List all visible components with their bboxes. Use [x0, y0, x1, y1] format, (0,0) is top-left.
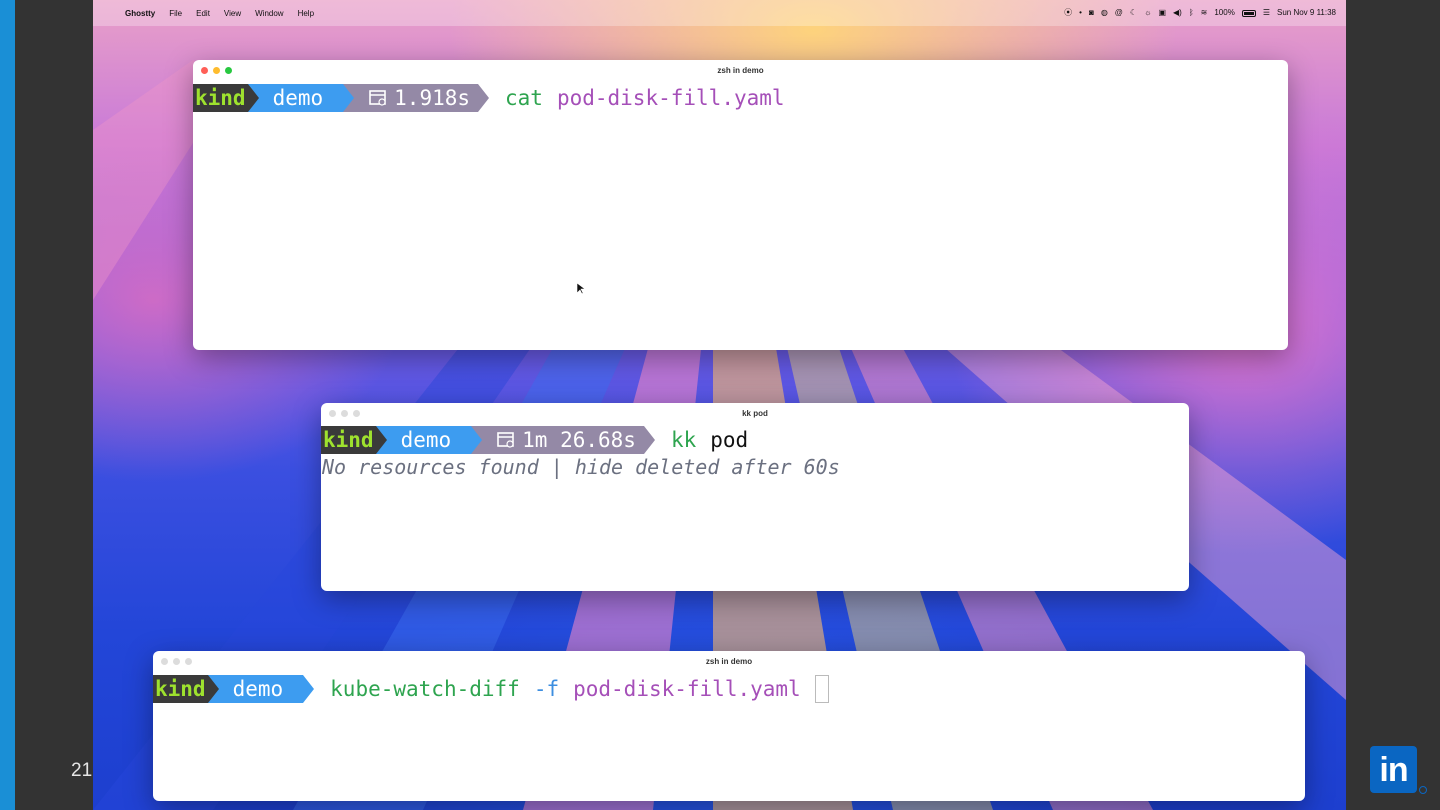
prompt-context: kind [193, 84, 248, 112]
command-output: No resources found | hide deleted after … [322, 455, 840, 479]
linkedin-logo: in [1370, 746, 1417, 793]
prompt-duration: 1m 26.68s [482, 426, 644, 454]
prompt-line: kind demo kube-watch-diff -f pod-disk-fi… [153, 675, 1305, 703]
terminal-window-3[interactable]: zsh in demo kind demo kube-watch-diff -f… [153, 651, 1305, 801]
menu-app-name[interactable]: Ghostty [125, 9, 155, 18]
wifi-icon[interactable]: ≋ [1201, 9, 1208, 17]
registered-mark-icon [1419, 786, 1427, 794]
segment-arrow-icon [207, 675, 219, 703]
camera-icon[interactable]: ◙ [1089, 9, 1094, 17]
prompt-duration: 1.918s [354, 84, 479, 112]
threads-icon[interactable]: @ [1115, 9, 1123, 17]
moon-icon[interactable]: ☾ [1130, 9, 1137, 17]
terminal-timer-icon [497, 432, 514, 448]
docker-icon[interactable]: ▣ [1158, 9, 1166, 17]
prompt-duration-text: 1.918s [394, 86, 471, 110]
prompt-namespace: demo [218, 675, 304, 703]
brightness-icon[interactable]: ☼ [1144, 9, 1151, 17]
segment-arrow-icon [375, 426, 387, 454]
slide-accent-strip [0, 0, 15, 810]
command-name: kube-watch-diff [330, 677, 520, 701]
volume-icon[interactable]: ◀) [1173, 9, 1182, 17]
prompt-namespace: demo [386, 426, 472, 454]
menu-view[interactable]: View [224, 9, 241, 18]
command-args: pod [710, 428, 749, 452]
battery-percent: 100% [1214, 8, 1235, 17]
command-args: pod-disk-fill.yaml [556, 86, 785, 110]
menu-bar: Ghostty File Edit View Window Help ⦿ • ◙… [93, 0, 1346, 26]
prompt-namespace: demo [258, 84, 344, 112]
window-title: zsh in demo [717, 66, 764, 75]
battery-icon[interactable] [1241, 9, 1256, 17]
slide-left-margin: 21 [15, 0, 93, 810]
segment-arrow-icon [343, 84, 355, 112]
menu-file[interactable]: File [169, 9, 182, 18]
status-area: ⦿ • ◙ ◍ @ ☾ ☼ ▣ ◀) ᛒ ≋ 100% ☰ Sun Nov 9 … [1064, 0, 1336, 26]
menu-help[interactable]: Help [298, 9, 314, 18]
command-flag: -f [533, 677, 560, 701]
prompt-context: kind [153, 675, 208, 703]
prompt-duration-text: 1m 26.68s [522, 428, 636, 452]
segment-arrow-icon [643, 426, 655, 454]
slide-number: 21 [71, 760, 93, 781]
window-titlebar[interactable]: zsh in demo [193, 60, 1288, 81]
terminal-timer-icon [369, 90, 386, 106]
desktop-wallpaper: Ghostty File Edit View Window Help ⦿ • ◙… [93, 0, 1346, 810]
window-title: kk pod [742, 409, 768, 418]
control-center-icon[interactable]: ☰ [1263, 9, 1270, 17]
prompt-line: kind demo 1m 26.68s kk pod [321, 426, 1189, 454]
slide-right-margin [1346, 0, 1440, 810]
globe-icon[interactable]: ◍ [1101, 9, 1108, 17]
record-icon[interactable]: ⦿ [1064, 9, 1072, 17]
dot-icon[interactable]: • [1079, 9, 1082, 17]
mouse-pointer-icon [577, 283, 585, 295]
bluetooth-icon[interactable]: ᛒ [1189, 9, 1194, 17]
prompt-line: kind demo 1.918s cat pod-disk-fill.yaml [193, 84, 1288, 112]
command-args: pod-disk-fill.yaml [573, 677, 801, 701]
window-titlebar[interactable]: kk pod [321, 403, 1189, 424]
menu-window[interactable]: Window [255, 9, 283, 18]
window-titlebar[interactable]: zsh in demo [153, 651, 1305, 672]
menu-edit[interactable]: Edit [196, 9, 210, 18]
command-name: kk [670, 428, 697, 452]
segment-arrow-icon [303, 675, 315, 703]
segment-arrow-icon [478, 84, 490, 112]
command-name: cat [505, 86, 543, 110]
text-cursor[interactable] [814, 675, 829, 703]
linkedin-logo-text: in [1379, 751, 1408, 789]
menubar-datetime[interactable]: Sun Nov 9 11:38 [1277, 9, 1336, 17]
prompt-context: kind [321, 426, 376, 454]
apple-menu-icon[interactable] [105, 8, 115, 18]
segment-arrow-icon [471, 426, 483, 454]
window-title: zsh in demo [705, 657, 753, 666]
terminal-window-2[interactable]: kk pod kind demo 1m 26.68s kk pod No res… [321, 403, 1189, 591]
terminal-window-1[interactable]: zsh in demo kind demo 1.918s cat pod-dis… [193, 60, 1288, 350]
segment-arrow-icon [247, 84, 259, 112]
